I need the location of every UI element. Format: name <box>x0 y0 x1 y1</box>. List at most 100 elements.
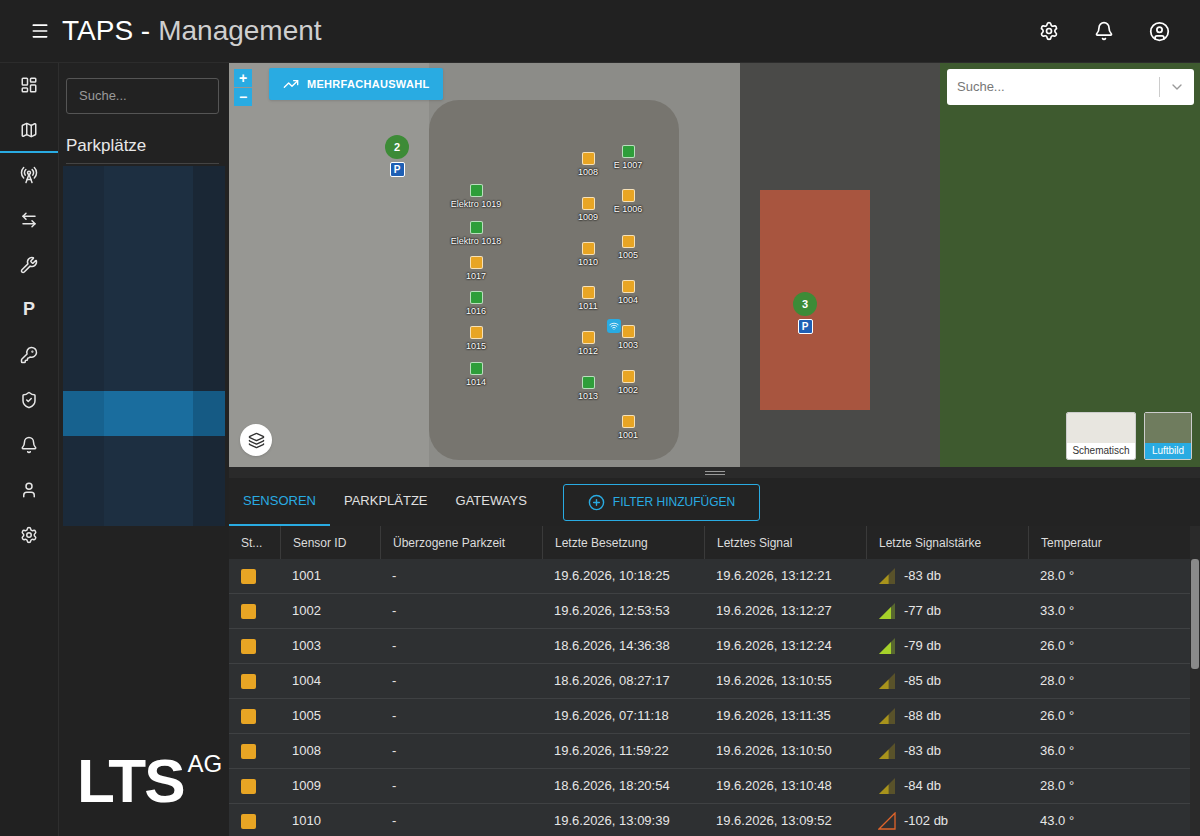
app: TAPS -ManagementPSuche...ParkplätzeLTSAG… <box>0 0 1200 836</box>
overdue-cell: - <box>380 664 542 698</box>
multi-select-button[interactable]: MEHRFACHAUSWAHL <box>269 68 443 100</box>
bell-icon[interactable] <box>1094 21 1114 41</box>
table-row[interactable]: 1001-19.6.2026, 10:18:2519.6.2026, 13:12… <box>229 559 1190 594</box>
tab[interactable]: GATEWAYS <box>442 478 541 526</box>
sensor-marker[interactable]: 1003 <box>588 325 668 350</box>
parking-list-item[interactable] <box>63 436 225 481</box>
sensor-marker[interactable]: E 1006 <box>588 189 668 214</box>
table-row[interactable]: 1010-19.6.2026, 13:09:3919.6.2026, 13:09… <box>229 804 1190 836</box>
cluster-marker[interactable]: 2P <box>382 135 412 177</box>
column-header[interactable]: Temperatur <box>1028 526 1190 559</box>
tab[interactable]: SENSOREN <box>229 478 330 526</box>
sensor-status <box>582 242 595 255</box>
last-occupancy-cell: 19.6.2026, 10:18:25 <box>542 559 704 593</box>
signal-strength-icon <box>878 742 896 760</box>
sensor-marker[interactable]: 1005 <box>588 235 668 260</box>
cluster-marker[interactable]: 3P <box>790 292 820 334</box>
zoom-out-button[interactable]: − <box>234 88 252 106</box>
rail-item[interactable] <box>0 63 58 108</box>
column-header[interactable]: Letzte Besetzung <box>542 526 704 559</box>
rail-item[interactable] <box>0 108 58 153</box>
overdue-cell: - <box>380 594 542 628</box>
table-row[interactable]: 1004-18.6.2026, 08:27:1719.6.2026, 13:10… <box>229 664 1190 699</box>
sensor-marker[interactable]: 1010 <box>548 242 628 267</box>
trend-icon <box>283 76 299 92</box>
table-row[interactable]: 1008-19.6.2026, 11:59:2219.6.2026, 13:10… <box>229 734 1190 769</box>
rail-item[interactable] <box>0 243 58 288</box>
rail-item[interactable] <box>0 468 58 513</box>
parking-list-item[interactable] <box>63 391 225 436</box>
rail-item[interactable] <box>0 423 58 468</box>
sensor-marker[interactable]: 1004 <box>588 280 668 305</box>
column-header[interactable]: St... <box>229 526 280 559</box>
sensor-marker[interactable]: 1017 <box>436 256 516 281</box>
sensor-marker[interactable]: 1013 <box>548 376 628 401</box>
splitter[interactable] <box>229 467 1200 478</box>
sensor-status <box>622 415 635 428</box>
parking-list-item[interactable] <box>63 301 225 346</box>
last-occupancy-cell: 18.6.2026, 14:36:38 <box>542 629 704 663</box>
status-square <box>241 744 256 759</box>
tab[interactable]: PARKPLÄTZE <box>330 478 442 526</box>
table-row[interactable]: 1009-18.6.2026, 18:20:5419.6.2026, 13:10… <box>229 769 1190 804</box>
status-square <box>241 814 256 829</box>
sensor-marker[interactable]: 1011 <box>548 286 628 311</box>
sensor-marker[interactable]: Elektro 1018 <box>436 221 516 246</box>
rail-item[interactable] <box>0 378 58 423</box>
parking-list-item[interactable] <box>63 481 225 526</box>
sensor-id-cell: 1002 <box>280 594 380 628</box>
column-header[interactable]: Letzte Signalstärke <box>866 526 1028 559</box>
gear-icon[interactable] <box>1039 21 1059 41</box>
map[interactable]: Elektro 1019 Elektro 1018 1017 1016 1015 1014… <box>229 63 1200 467</box>
scrollbar-thumb[interactable] <box>1191 559 1199 669</box>
rail-item[interactable] <box>0 333 58 378</box>
map-type-switcher: SchematischLuftbild <box>1066 412 1192 460</box>
sensor-status <box>622 280 635 293</box>
parking-list-item[interactable] <box>63 346 225 391</box>
parking-list-item[interactable] <box>63 256 225 301</box>
gateway-marker[interactable] <box>607 319 621 333</box>
sensor-label: E 1007 <box>614 160 643 170</box>
temperature-cell: 26.0 ° <box>1028 699 1190 733</box>
column-header[interactable]: Sensor ID <box>280 526 380 559</box>
table-row[interactable]: 1005-19.6.2026, 07:11:1819.6.2026, 13:11… <box>229 699 1190 734</box>
map-type-tile[interactable]: Schematisch <box>1066 412 1136 460</box>
sensor-table: St...Sensor IDÜberzogene ParkzeitLetzte … <box>229 526 1200 836</box>
sensor-marker[interactable]: 1001 <box>588 415 668 440</box>
status-square <box>241 674 256 689</box>
sensor-marker[interactable]: Elektro 1019 <box>436 184 516 209</box>
rail-item[interactable] <box>0 513 58 558</box>
account-icon[interactable] <box>1149 21 1170 42</box>
sensor-marker[interactable]: 1002 <box>588 370 668 395</box>
zoom-in-button[interactable]: + <box>234 69 252 87</box>
signal-strength-cell: -88 db <box>866 699 1028 733</box>
sensor-marker[interactable]: 1014 <box>436 362 516 387</box>
sidebar-search[interactable]: Suche... <box>66 78 219 114</box>
column-header[interactable]: Letztes Signal <box>704 526 866 559</box>
last-occupancy-cell: 19.6.2026, 12:53:53 <box>542 594 704 628</box>
sensor-status <box>582 197 595 210</box>
last-signal-cell: 19.6.2026, 13:10:48 <box>704 769 866 803</box>
table-row[interactable]: 1002-19.6.2026, 12:53:5319.6.2026, 13:12… <box>229 594 1190 629</box>
rail-item[interactable] <box>0 153 58 198</box>
map-type-tile[interactable]: Luftbild <box>1144 412 1192 460</box>
scrollbar[interactable] <box>1190 526 1200 836</box>
rail-item[interactable]: P <box>0 288 58 333</box>
parking-list-item[interactable] <box>63 166 225 211</box>
body: PSuche...ParkplätzeLTSAGElektro 1019Elek… <box>0 63 1200 836</box>
parking-list-item[interactable] <box>63 211 225 256</box>
table-row[interactable]: 1003-18.6.2026, 14:36:3819.6.2026, 13:12… <box>229 629 1190 664</box>
sensor-status <box>470 184 483 197</box>
sensor-marker[interactable]: 1016 <box>436 291 516 316</box>
sensor-marker[interactable]: E 1007 <box>588 145 668 170</box>
menu-icon[interactable] <box>30 21 50 41</box>
map-search[interactable]: Suche... <box>947 69 1194 105</box>
layers-button[interactable] <box>240 424 272 456</box>
overdue-cell: - <box>380 559 542 593</box>
add-filter-button[interactable]: FILTER HINZUFÜGEN <box>563 484 760 521</box>
column-header[interactable]: Überzogene Parkzeit <box>380 526 542 559</box>
rail-item[interactable] <box>0 198 58 243</box>
sensor-marker[interactable]: 1012 <box>548 331 628 356</box>
last-occupancy-cell: 19.6.2026, 13:09:39 <box>542 804 704 836</box>
sensor-marker[interactable]: 1015 <box>436 326 516 351</box>
